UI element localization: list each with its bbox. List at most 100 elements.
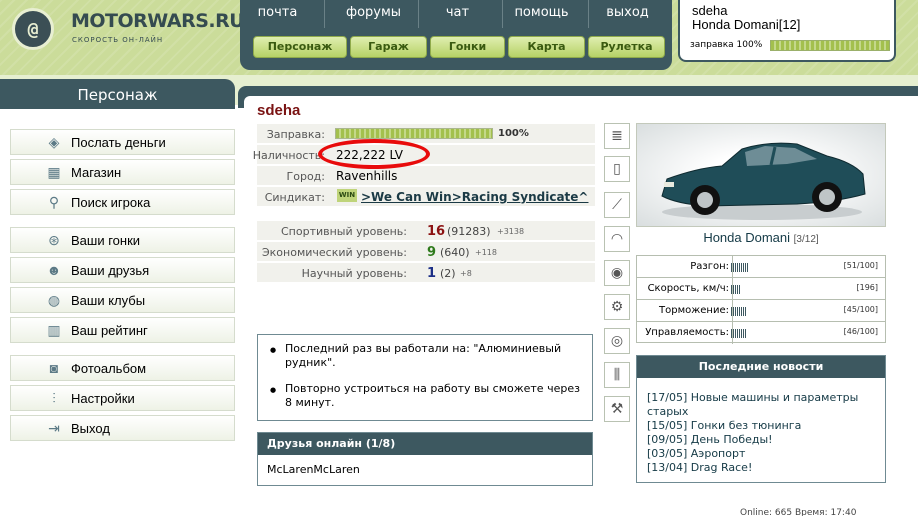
sidebar-item-label: Фотоальбом (71, 360, 147, 376)
nav-chat-link[interactable]: чат (420, 5, 495, 20)
news-item[interactable]: [09/05] День Победы! (647, 433, 885, 447)
suspension-icon[interactable]: ≣ (604, 123, 630, 149)
stat-bar-segment (747, 263, 748, 272)
gauge-icon[interactable]: ◠ (604, 226, 630, 252)
stat-value: [51/100] (843, 261, 878, 270)
turbo-icon[interactable]: ◎ (604, 328, 630, 354)
friends-icon: ☻ (46, 262, 62, 278)
stat-bar-segment (737, 263, 738, 272)
stat-bar-segment (735, 329, 736, 338)
syndicate-link[interactable]: >We Can Win>Racing Syndicate^ (361, 190, 588, 204)
stat-label: Управляемость: (645, 327, 729, 338)
tab-roulette[interactable]: Рулетка (588, 36, 665, 58)
sidebar-item-settings[interactable]: ⫶ Настройки (10, 385, 235, 411)
sidebar-item-exit[interactable]: ⇥ Выход (10, 415, 235, 441)
tab-map[interactable]: Карта (508, 36, 585, 58)
stat-bar-segment (743, 329, 744, 338)
tab-races[interactable]: Гонки (430, 36, 505, 58)
sidebar-item-label: Послать деньги (71, 134, 166, 150)
syndicate-label: Синдикат: (264, 191, 325, 204)
sidebar-item-your-rating[interactable]: ▥ Ваш рейтинг (10, 317, 235, 343)
stat-row: Торможение: [45/100] (637, 300, 885, 322)
city-row: Город: Ravenhills (257, 166, 595, 186)
car-slots: [3/12] (793, 234, 819, 245)
globe-icon: ◍ (47, 291, 61, 308)
news-item[interactable]: [15/05] Гонки без тюнинга (647, 419, 885, 433)
stat-value: [196] (856, 283, 878, 292)
online-status: Online: 665 Время: 17:40 (740, 508, 857, 516)
stat-bar-segment (735, 307, 736, 316)
stat-bar-segment (733, 263, 734, 272)
profile-name: sdeha (257, 102, 301, 119)
sidebar-item-label: Ваши друзья (71, 262, 150, 278)
friends-online-title: Друзья онлайн (1/8) (258, 433, 592, 455)
syndicate-badge-icon: WIN (337, 189, 357, 202)
user-panel: sdeha Honda Domani[12] заправка 100% (678, 0, 896, 62)
user-car[interactable]: Honda Domani[12] (692, 17, 800, 32)
camera-icon: ◙ (49, 360, 59, 376)
shock-absorber-icon[interactable]: ⫼ (604, 362, 630, 388)
city-value[interactable]: Ravenhills (336, 169, 397, 183)
car-image[interactable] (636, 123, 886, 227)
level-points: (640) (440, 246, 470, 259)
brake-disc-icon[interactable]: ◉ (604, 260, 630, 286)
user-name[interactable]: sdeha (692, 3, 727, 18)
sidebar-item-your-clubs[interactable]: ◍ Ваши клубы (10, 287, 235, 313)
level-label: Научный уровень: (301, 267, 407, 280)
stat-bar (731, 285, 765, 294)
logo[interactable]: @ MOTORWARS.RU СКОРОСТЬ ОН-ЛАЙН (0, 0, 245, 75)
friend-link[interactable]: McLarenMcLaren (267, 463, 360, 476)
level-value: 9 (427, 245, 437, 260)
tools-icon[interactable]: ⚒ (604, 396, 630, 422)
news-item[interactable]: [13/04] Drag Race! (647, 461, 885, 475)
settings-icon: ⫶ (52, 389, 56, 406)
car-title[interactable]: Honda Domani [3/12] (636, 230, 886, 245)
sidebar-item-shop[interactable]: ▦ Магазин (10, 159, 235, 185)
stat-bar-segment (745, 329, 746, 338)
sidebar-item-photo-album[interactable]: ◙ Фотоальбом (10, 355, 235, 381)
stat-value: [45/100] (843, 305, 878, 314)
money-icon: ◈ (48, 133, 60, 150)
sidebar-title: Персонаж (0, 79, 235, 109)
news-title: Последние новости (637, 356, 885, 378)
nav-forums-link[interactable]: форумы (336, 5, 411, 20)
fuel-fill (336, 129, 492, 138)
tab-garage[interactable]: Гараж (350, 36, 427, 58)
rating-icon: ▥ (47, 321, 61, 338)
sidebar-item-label: Настройки (71, 390, 135, 406)
stat-value: [46/100] (843, 327, 878, 336)
stat-bar-segment (739, 285, 740, 294)
stat-bar (731, 329, 765, 338)
level-label: Экономический уровень: (261, 246, 407, 259)
notice-item: Последний раз вы работали на: "Алюминиев… (268, 342, 582, 370)
exhaust-icon[interactable]: ⟋ (604, 192, 630, 218)
transmission-icon[interactable]: ⚙ (604, 294, 630, 320)
sidebar-item-your-races[interactable]: ⊛ Ваши гонки (10, 227, 235, 253)
fuel-percent: 100% (498, 128, 529, 139)
nav-help-link[interactable]: помощь (504, 5, 579, 20)
stat-label: Разгон: (690, 261, 729, 272)
stat-bar-segment (737, 307, 738, 316)
shop-icon: ▦ (47, 163, 61, 180)
level-label: Спортивный уровень: (280, 225, 407, 238)
stat-bar-segment (735, 285, 736, 294)
nav-mail-link[interactable]: почта (240, 5, 315, 20)
stat-bar-segment (739, 307, 740, 316)
tab-character[interactable]: Персонаж (253, 36, 347, 58)
car-illustration (661, 142, 866, 220)
sidebar-item-your-friends[interactable]: ☻ Ваши друзья (10, 257, 235, 283)
stat-bar-segment (733, 285, 734, 294)
news-item[interactable]: [17/05] Новые машины и параметры старых (647, 391, 885, 419)
stat-bar-segment (731, 307, 732, 316)
fuel-row: Заправка: 100% (257, 124, 595, 144)
level-increment: +118 (475, 248, 497, 257)
news-item[interactable]: [03/05] Аэропорт (647, 447, 885, 461)
city-label: Город: (286, 170, 325, 183)
tire-icon[interactable]: ▯ (604, 156, 630, 182)
sidebar-item-player-search[interactable]: ⚲ Поиск игрока (10, 189, 235, 215)
nav-exit-link[interactable]: выход (590, 5, 665, 20)
stat-label: Скорость, км/ч: (647, 283, 729, 294)
sidebar-item-send-money[interactable]: ◈ Послать деньги (10, 129, 235, 155)
syndicate-row: Синдикат: WIN >We Can Win>Racing Syndica… (257, 187, 595, 207)
science-level-row: Научный уровень: 1 (2) +8 (257, 263, 595, 283)
